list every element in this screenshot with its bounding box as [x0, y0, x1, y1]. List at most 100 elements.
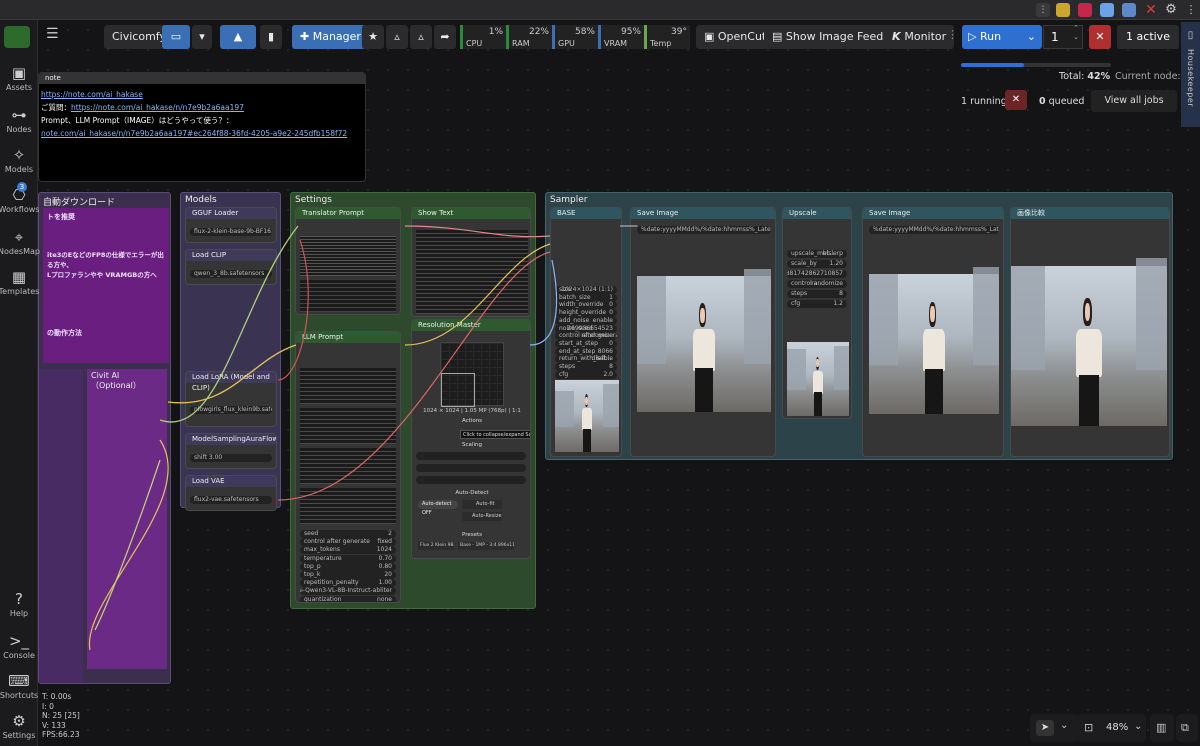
- resolution-scaling-label[interactable]: Scaling: [416, 442, 528, 448]
- model-node-value[interactable]: flux2-vae.safetensors: [190, 496, 272, 504]
- widget-row[interactable]: 881742862710857: [787, 270, 847, 278]
- llm-prompt-node[interactable]: LLM Prompt seed 2 control after generate fi…: [295, 331, 401, 603]
- show-text-area[interactable]: [416, 230, 528, 314]
- batch-count-input[interactable]: 1 ⌃ ⌄: [1043, 24, 1083, 49]
- zoom-level[interactable]: 48%: [1106, 722, 1128, 733]
- sidebar-item-assets[interactable]: ▣ Assets: [0, 64, 38, 92]
- menu-dots-icon[interactable]: ⋮: [1184, 3, 1198, 17]
- resolution-canvas[interactable]: [440, 342, 504, 407]
- model-node-4[interactable]: Load VAE flux2-vae.safetensors: [185, 475, 277, 511]
- housekeeper-tab[interactable]: ▯ Housekeeper: [1181, 22, 1200, 127]
- translator-output[interactable]: [300, 280, 396, 312]
- star-icon[interactable]: ★: [362, 25, 384, 49]
- translator-textarea[interactable]: [300, 236, 396, 276]
- save-image-node-2[interactable]: Save Image %date:yyyyMMdd%/%date:hhmmss%…: [862, 207, 1004, 457]
- model-node-2[interactable]: Load LoRA (Model and CLIP) nlowgirls_flux…: [185, 371, 277, 427]
- close-x-extension-icon[interactable]: ✕: [1144, 3, 1158, 17]
- sidebar-item-nodes[interactable]: ⊶ Nodes: [0, 106, 38, 134]
- widget-row[interactable]: upscale_met... bislerp: [787, 250, 847, 258]
- preset-a-select[interactable]: Flux 2 Klein 9B: [418, 542, 454, 550]
- widget-row[interactable]: cfg 1.2: [787, 300, 847, 308]
- save-image-2-filename[interactable]: %date:yyyyMMdd%/%date:hhmmss%_Latent: [869, 226, 999, 234]
- app-logo[interactable]: [4, 26, 30, 48]
- screen-button[interactable]: ▭: [162, 25, 190, 49]
- triangle-icon-2[interactable]: ▵: [410, 25, 432, 49]
- resolution-actions-label[interactable]: Actions: [416, 418, 528, 424]
- active-jobs-button[interactable]: 1 active: [1117, 25, 1179, 49]
- cancel-running-button[interactable]: ✕: [1005, 90, 1027, 110]
- widget-row[interactable]: repetition_penalty 1.00: [300, 579, 396, 588]
- llm-prompt-text-4[interactable]: [300, 488, 396, 524]
- model-node-value[interactable]: shift 3.00: [190, 454, 272, 462]
- scaling-row-1[interactable]: [416, 452, 526, 460]
- show-text-node[interactable]: Show Text: [411, 207, 531, 317]
- sidebar-item-models[interactable]: ✧ Models: [0, 146, 38, 174]
- sidebar-item-shortcuts[interactable]: ⌨ Shortcuts: [0, 672, 38, 700]
- view-all-jobs-button[interactable]: View all jobs: [1091, 90, 1177, 112]
- group-models[interactable]: Models GGUF Loader flux-2-klein-base-9b-B…: [180, 192, 281, 511]
- widget-row[interactable]: seed 2: [300, 530, 396, 538]
- triangle-icon[interactable]: ▵: [386, 25, 408, 49]
- widget-row[interactable]: control after generaterandomize: [555, 332, 617, 341]
- auto-detect-toggle[interactable]: Auto-detect OFF: [418, 500, 458, 516]
- sidebar-item-settings[interactable]: ⚙ Settings: [0, 712, 38, 740]
- image-compare-preview[interactable]: [1011, 258, 1167, 426]
- group-settings[interactable]: Settings Translator Prompt Show Text LLM…: [290, 192, 536, 609]
- widget-row[interactable]: size 1024×1024 (1:1): [555, 286, 617, 294]
- civit-group[interactable]: Civit AI（Optional）: [87, 369, 167, 669]
- opencut-button[interactable]: ▣ OpenCut: [696, 25, 775, 49]
- chevron-down-icon[interactable]: ⌄: [1134, 721, 1142, 732]
- widget-row[interactable]: quantization none: [300, 595, 396, 602]
- bookmark-icon[interactable]: ▮: [260, 25, 282, 49]
- map-icon[interactable]: ▥: [1156, 721, 1166, 734]
- preset-b-select[interactable]: Base - 1MP - 3:4 896x1152: [458, 542, 514, 550]
- llm-prompt-text-2[interactable]: [300, 408, 396, 444]
- save-image-1-preview[interactable]: [637, 269, 771, 412]
- sidebar-item-console[interactable]: >_ Console: [0, 632, 38, 660]
- sidebar-item-workflows[interactable]: ⎔ Workflows 3: [0, 182, 39, 214]
- save-image-2-preview[interactable]: [869, 267, 999, 414]
- widget-row[interactable]: scale_by 1.20: [787, 260, 847, 268]
- auto-fit-button[interactable]: Auto-fit: [462, 500, 502, 509]
- widget-row[interactable]: max_tokens 1024: [300, 546, 396, 555]
- pointer-icon[interactable]: ➤: [1036, 720, 1054, 736]
- link-icon[interactable]: ⧉: [1181, 721, 1189, 735]
- drag-handle-icon[interactable]: ⋮: [947, 28, 958, 41]
- manager-button[interactable]: ✚ Manager: [292, 25, 369, 49]
- share-icon[interactable]: ➦: [434, 25, 456, 49]
- stepper-icon[interactable]: ⌃ ⌄: [1073, 24, 1079, 42]
- base-sampler-node[interactable]: BASE size 1024×1024 (1:1) batch_size 1 width…: [550, 207, 622, 457]
- more-icon[interactable]: ⋮: [1036, 3, 1050, 17]
- llm-prompt-text-1[interactable]: [300, 368, 396, 404]
- widget-row[interactable]: top_p 0.80: [300, 562, 396, 571]
- resolution-autodetect-label[interactable]: Auto-Detect: [416, 490, 528, 496]
- upscale-preview-image[interactable]: [787, 342, 849, 416]
- sparkle-extension-icon[interactable]: [1056, 3, 1070, 17]
- eraser-extension-icon[interactable]: [1100, 3, 1114, 17]
- screen-extension-icon[interactable]: [1122, 3, 1136, 17]
- run-button[interactable]: ▷ Run ⌄: [962, 25, 1042, 49]
- scaling-row-2[interactable]: [416, 464, 526, 472]
- auto-resize-button[interactable]: Auto-Resize: [462, 512, 502, 521]
- save-image-node-1[interactable]: Save Image %date:yyyyMMdd%/%date:hhmmss%…: [630, 207, 776, 457]
- resolution-master-node[interactable]: Resolution Master 1024 × 1024 | 1.05 MP …: [411, 319, 531, 559]
- upscale-node[interactable]: Upscale upscale_met... bislerp scale_by 1.2…: [782, 207, 852, 419]
- cancel-run-button[interactable]: ✕: [1089, 25, 1111, 49]
- model-node-value[interactable]: qwen_3_8b.safetensors: [190, 270, 272, 278]
- chevron-down-icon[interactable]: ⌄: [1027, 25, 1036, 49]
- sidebar-item-templates[interactable]: ▦ Templates: [0, 268, 39, 296]
- widget-row[interactable]: temperature 0.70: [300, 554, 396, 563]
- chevron-down-icon[interactable]: ⌄: [1060, 720, 1068, 731]
- burst-extension-icon[interactable]: [1078, 3, 1092, 17]
- note-link-1[interactable]: https://note.com/ai_hakase: [41, 90, 143, 99]
- model-node-3[interactable]: ModelSamplingAuraFlow shift 3.00: [185, 433, 277, 469]
- pointer-tool-group[interactable]: ➤ ⌄: [1030, 714, 1078, 742]
- sidebar-item-help[interactable]: ? Help: [0, 590, 38, 618]
- group-download[interactable]: 自動ダウンロード トを推奨 ite3のEなどのFP8の仕様でエラーが出る方や、 …: [38, 192, 171, 684]
- scaling-row-3[interactable]: [416, 476, 526, 484]
- puzzle-icon[interactable]: ⚙: [1164, 3, 1178, 17]
- model-node-value[interactable]: nlowgirls_flux_klein9b.safetens: [190, 406, 272, 414]
- widget-row[interactable]: cfg 2.0: [555, 370, 617, 379]
- sidebar-item-nodesmap[interactable]: ⌖ NodesMap: [0, 228, 40, 256]
- monitor-button[interactable]: K Monitor: [884, 25, 955, 49]
